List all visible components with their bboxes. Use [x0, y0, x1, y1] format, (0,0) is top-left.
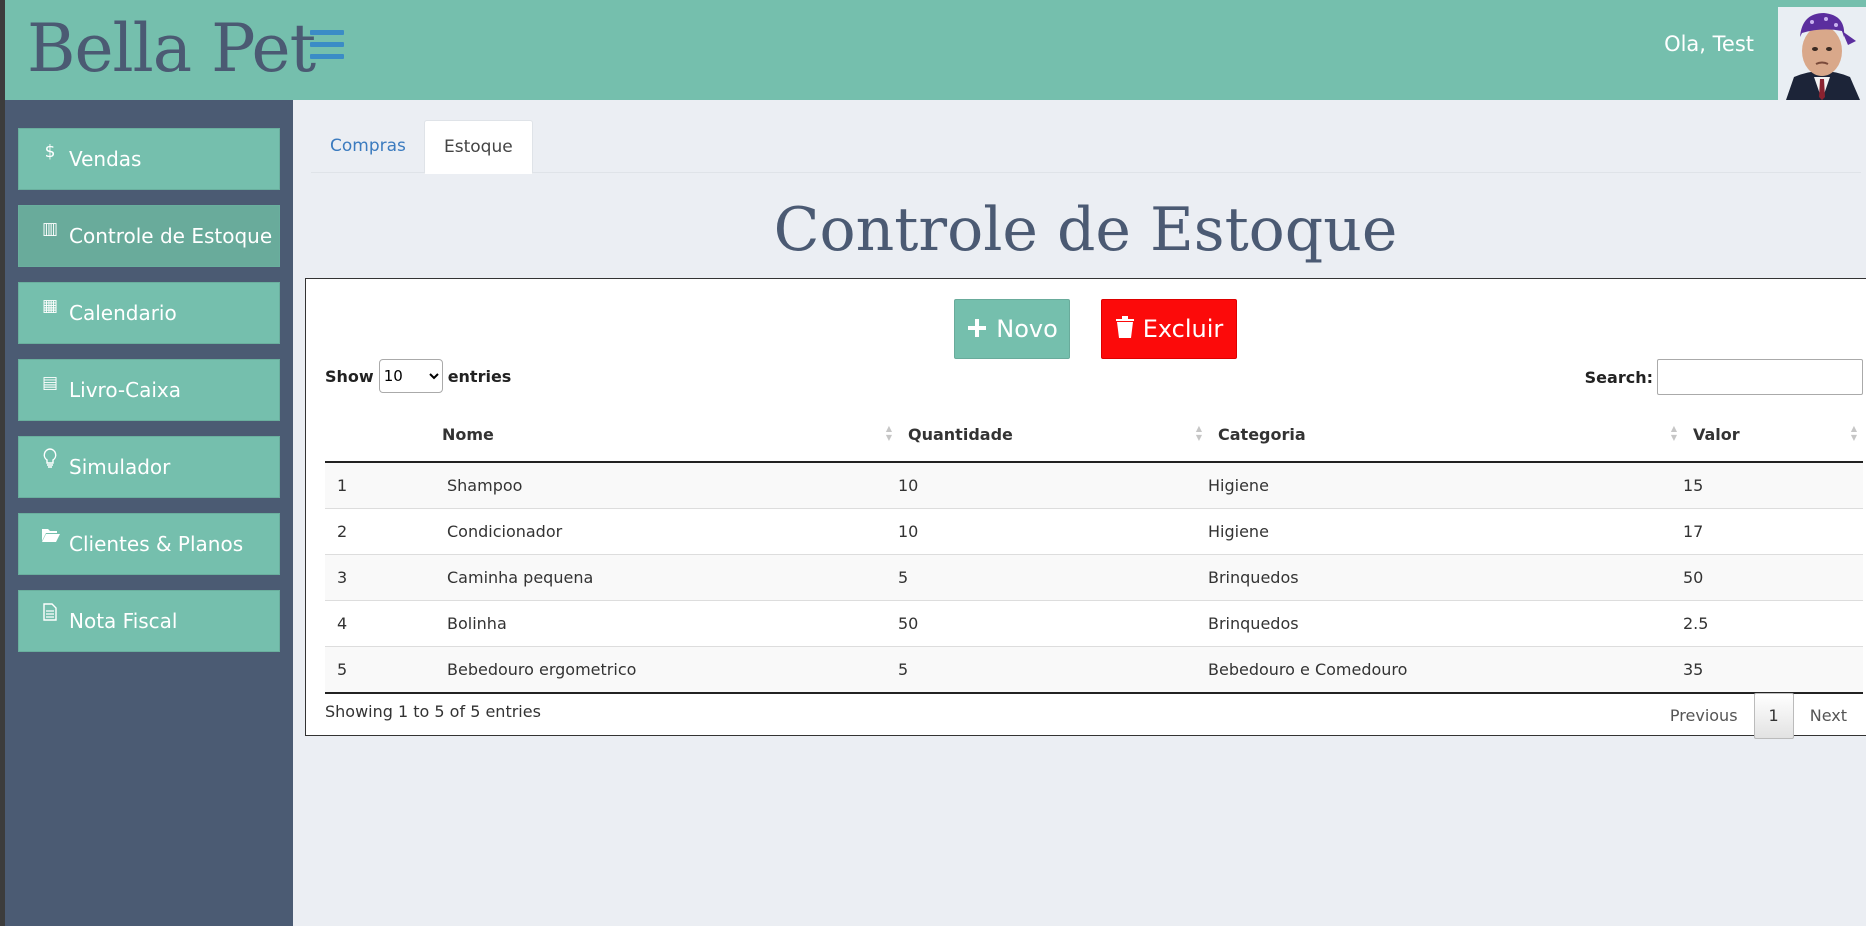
tab-estoque[interactable]: Estoque — [424, 120, 533, 174]
avatar[interactable] — [1778, 7, 1866, 100]
cell-valor: 2.5 — [1683, 600, 1863, 647]
novo-button-label: Novo — [996, 315, 1058, 343]
chart-icon: ▥ — [41, 219, 59, 239]
user-greeting[interactable]: Ola, Test — [1664, 32, 1754, 56]
table-row[interactable]: 4 Bolinha 50 Brinquedos 2.5 — [325, 600, 1863, 647]
page-length-control: Show 10 entries — [325, 359, 511, 393]
sidebar-item-nota-fiscal[interactable]: Nota Fiscal — [18, 590, 280, 652]
cell-id: 4 — [325, 600, 447, 647]
calendar-icon: ▦ — [41, 296, 59, 316]
dollar-icon: $ — [44, 142, 56, 162]
cell-nome: Bolinha — [447, 600, 898, 647]
cell-nome: Condicionador — [447, 508, 898, 555]
sort-icon: ▲ ▼ — [1195, 424, 1203, 442]
cell-quantidade: 50 — [898, 600, 1208, 647]
sort-icon: ▲ ▼ — [1670, 424, 1678, 442]
sidebar-item-label: Livro-Caixa — [69, 378, 182, 402]
lightbulb-icon — [41, 447, 59, 473]
previous-page-button[interactable]: Previous — [1654, 694, 1754, 738]
stock-panel: Novo Excluir Show 10 entries Search: Nom… — [305, 278, 1866, 739]
column-header-valor[interactable]: Valor ▲ ▼ — [1683, 407, 1863, 463]
sidebar-item-calendario[interactable]: ▦ Calendario — [18, 282, 280, 344]
sort-icon: ▲ ▼ — [1850, 424, 1858, 442]
sidebar-item-simulador[interactable]: Simulador — [18, 436, 280, 498]
table-row[interactable]: 2 Condicionador 10 Higiene 17 — [325, 508, 1863, 555]
sidebar: $ Vendas ▥ Controle de Estoque ▦ Calenda… — [5, 100, 293, 926]
sidebar-item-label: Controle de Estoque — [69, 224, 273, 248]
cell-id: 3 — [325, 554, 447, 601]
hamburger-menu-icon[interactable] — [310, 30, 344, 60]
trash-icon — [1115, 313, 1135, 346]
page-length-select[interactable]: 10 — [378, 359, 443, 393]
top-navbar: Bella Pet Ola, Test — [5, 0, 1866, 100]
cell-valor: 50 — [1683, 554, 1863, 601]
sidebar-item-livro-caixa[interactable]: ▤ Livro-Caixa — [18, 359, 280, 421]
column-header-nome[interactable]: Nome ▲ ▼ — [442, 407, 898, 463]
cell-nome: Caminha pequena — [447, 554, 898, 601]
sidebar-item-label: Calendario — [69, 301, 177, 325]
next-page-button[interactable]: Next — [1794, 694, 1863, 738]
sidebar-item-label: Clientes & Planos — [69, 532, 244, 556]
cell-id: 1 — [325, 461, 447, 509]
column-header-id[interactable] — [325, 407, 447, 463]
cell-valor: 15 — [1683, 461, 1863, 509]
plus-icon — [966, 313, 988, 346]
table-header-row: Nome ▲ ▼ Quantidade ▲ ▼ Categoria ▲ ▼ Valor ▲ ▼ — [325, 407, 1863, 463]
page-button-current[interactable]: 1 — [1753, 693, 1794, 739]
cell-categoria: Bebedouro e Comedouro — [1208, 646, 1683, 694]
cell-quantidade: 10 — [898, 461, 1208, 509]
table-info: Showing 1 to 5 of 5 entries — [325, 702, 541, 721]
stock-table: Nome ▲ ▼ Quantidade ▲ ▼ Categoria ▲ ▼ Valor ▲ ▼ … — [325, 407, 1863, 694]
cell-quantidade: 5 — [898, 554, 1208, 601]
cell-valor: 17 — [1683, 508, 1863, 555]
entries-label: entries — [447, 366, 512, 386]
sidebar-item-vendas[interactable]: $ Vendas — [18, 128, 280, 190]
cell-quantidade: 10 — [898, 508, 1208, 555]
table-row[interactable]: 5 Bebedouro ergometrico 5 Bebedouro e Co… — [325, 646, 1863, 694]
excluir-button[interactable]: Excluir — [1101, 299, 1237, 359]
cell-categoria: Brinquedos — [1208, 554, 1683, 601]
sidebar-item-label: Nota Fiscal — [69, 609, 178, 633]
cell-nome: Bebedouro ergometrico — [447, 646, 898, 694]
excluir-button-label: Excluir — [1142, 315, 1224, 343]
tab-compras[interactable]: Compras — [311, 120, 425, 172]
sidebar-item-label: Vendas — [69, 147, 142, 171]
show-label: Show — [325, 366, 374, 386]
sidebar-item-controle-de-estoque[interactable]: ▥ Controle de Estoque — [18, 205, 280, 267]
cell-id: 2 — [325, 508, 447, 555]
cell-nome: Shampoo — [447, 461, 898, 509]
app-window: Bella Pet Ola, Test $ Vendas ▥ Controle … — [5, 0, 1866, 926]
table-row[interactable]: 3 Caminha pequena 5 Brinquedos 50 — [325, 554, 1863, 601]
file-icon — [41, 602, 59, 626]
folder-open-icon — [41, 527, 60, 548]
cell-categoria: Brinquedos — [1208, 600, 1683, 647]
novo-button[interactable]: Novo — [954, 299, 1070, 359]
column-header-quantidade[interactable]: Quantidade ▲ ▼ — [898, 407, 1208, 463]
page-title: Controle de Estoque — [773, 195, 1398, 265]
cell-categoria: Higiene — [1208, 508, 1683, 555]
cash-register-icon: ▤ — [41, 373, 59, 393]
tab-bar: Compras Estoque — [311, 120, 1861, 174]
search-input[interactable] — [1657, 359, 1863, 395]
cell-quantidade: 5 — [898, 646, 1208, 694]
sidebar-item-label: Simulador — [69, 455, 171, 479]
pagination: Previous 1 Next — [1654, 693, 1863, 739]
search-label: Search: — [1584, 367, 1653, 387]
cell-id: 5 — [325, 646, 447, 694]
cell-valor: 35 — [1683, 646, 1863, 694]
avatar-image — [1778, 7, 1866, 100]
search-control: Search: — [1585, 359, 1863, 395]
sidebar-item-clientes-planos[interactable]: Clientes & Planos — [18, 513, 280, 575]
table-row[interactable]: 1 Shampoo 10 Higiene 15 — [325, 461, 1863, 509]
sort-icon: ▲ ▼ — [885, 424, 893, 442]
column-header-categoria[interactable]: Categoria ▲ ▼ — [1208, 407, 1683, 463]
cell-categoria: Higiene — [1208, 461, 1683, 509]
brand-logo[interactable]: Bella Pet — [27, 4, 316, 94]
